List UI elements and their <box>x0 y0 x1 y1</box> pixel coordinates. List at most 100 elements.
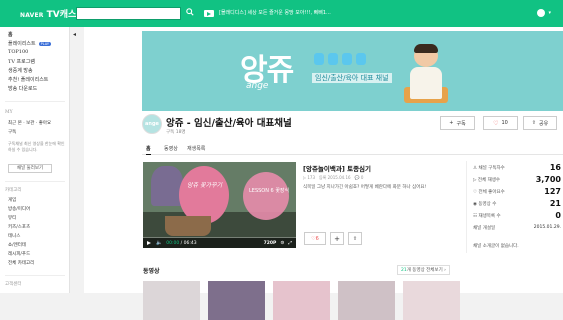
sidebar-item-category[interactable]: 쇼/엔터테 <box>8 242 26 248</box>
sidebar-item-tv-program[interactable]: TV 프로그램 <box>8 58 35 65</box>
sidebar-item-download[interactable]: 방송 다운로드 <box>8 85 37 92</box>
main-content: 앙쥬 ange 임신/출산/육아 대표 채널 ange 앙쥬 - 임신/출산/육… <box>84 27 563 320</box>
sidebar-item-category[interactable]: 레시피/푸드 <box>8 251 30 257</box>
stat-opened-date: 채널 개설일 2015.01.29. <box>473 225 561 231</box>
play-count: ▷ 173 <box>303 175 315 180</box>
like-count: 10 <box>501 120 508 126</box>
play-icon[interactable] <box>147 241 151 245</box>
fullscreen-icon[interactable]: ⤢ <box>288 240 292 246</box>
heart-icon: ♡ <box>493 119 499 127</box>
sidebar-item-category[interactable]: 게임 <box>8 197 16 203</box>
gear-icon[interactable]: ⚙ <box>280 241 284 246</box>
play-badge: PLAY <box>38 41 52 46</box>
sidebar-divider <box>5 101 65 102</box>
share-button[interactable]: ⇪ 공유 <box>523 116 557 130</box>
share-icon: ⇪ <box>531 120 536 126</box>
sidebar-my-heading: MY <box>5 110 13 115</box>
video-thumbnail[interactable] <box>338 281 395 320</box>
add-to-playlist-button[interactable]: + <box>330 232 344 245</box>
channel-tabs: 홈 동영상 재생목록 <box>142 144 563 155</box>
plus-icon: + <box>334 234 340 243</box>
channel-logo[interactable]: ange <box>142 114 162 134</box>
tab-videos[interactable]: 동영상 <box>164 145 178 152</box>
video-time: 00:00 / 06:43 <box>166 240 197 246</box>
bottle-icon <box>314 53 324 65</box>
banner-tagline: 임신/출산/육아 대표 채널 <box>312 73 392 83</box>
stat-playlist-count: ☷ 재생목록 수0 <box>473 211 561 220</box>
shirt-icon <box>342 53 352 65</box>
video-thumbnail[interactable] <box>143 281 200 320</box>
sidebar-item-recommend[interactable]: 추천! 플레이리스트 <box>8 76 48 83</box>
upload-date: 등록 2015.04.16 <box>319 175 351 180</box>
volume-icon[interactable]: 🔈 <box>156 240 162 246</box>
video-lesson-text: LESSON 6 꽃장식 <box>249 188 290 194</box>
channel-subscriber-count: 구독 18명 <box>166 130 186 135</box>
sidebar-item-label: 플레이리스트 <box>8 41 36 47</box>
sidebar-item-subscribe[interactable]: 구독 <box>8 129 16 135</box>
video-thumbnail[interactable] <box>208 281 265 320</box>
sidebar-divider <box>5 181 65 182</box>
sidebar-item-category[interactable]: 키즈/스포츠 <box>8 224 30 230</box>
search-input[interactable] <box>76 7 181 20</box>
naver-logo-text: NAVER <box>20 12 44 19</box>
sidebar-item-live[interactable]: 생중계 방송 <box>8 67 33 74</box>
channel-name: 앙쥬 - 임신/출산/육아 대표채널 <box>166 118 292 129</box>
sidebar-category-heading: 카테고리 <box>5 188 22 193</box>
sidebar-item-playlist[interactable]: 플레이리스트 PLAY <box>8 40 52 47</box>
sidebar-item-category[interactable]: 테니스 <box>8 233 20 239</box>
video-meta: ▷ 173 등록 2015.04.16 💬 0 <box>303 175 363 181</box>
sidebar-item-category[interactable]: 뷰티 <box>8 215 16 221</box>
bib-icon <box>356 53 366 65</box>
sidebar-item-category[interactable]: 전체 카테고리 <box>8 260 34 266</box>
subscribe-button[interactable]: + 구독 <box>440 116 475 130</box>
sidebar-collapse-icon[interactable]: ◂ <box>73 31 76 38</box>
search-icon[interactable] <box>183 7 196 20</box>
stat-subscribers: ♙ 채널 구독자수 16 <box>473 163 561 172</box>
banner-logo-sub: ange <box>246 81 269 91</box>
channel-like-button[interactable]: ♡ 10 <box>483 116 518 130</box>
sidebar-divider <box>5 275 65 276</box>
quality-selector[interactable]: 720P <box>264 241 277 246</box>
stat-total-plays: ▷ 전체 재생수 3,700 <box>473 175 561 184</box>
tab-home[interactable]: 홈 <box>146 145 151 155</box>
subscribe-label: 구독 <box>456 120 466 127</box>
browse-channels-button[interactable]: 채널 둘러보기 <box>8 164 52 173</box>
plus-icon: + <box>449 120 454 126</box>
video-thumbnail[interactable] <box>403 281 460 320</box>
stat-video-count: ◉ 동영상 수 21 <box>473 199 561 208</box>
tab-playlists[interactable]: 재생목록 <box>187 145 205 152</box>
view-all-videos-link[interactable]: 21개 동영상 전체보기 › <box>397 265 450 275</box>
sidebar-my-info: 구독채널 최신 영상을 한눈에 확인하실 수 있습니다. <box>8 141 65 152</box>
live-play-icon <box>204 10 214 17</box>
share-icon: ⇪ <box>352 235 358 242</box>
banner-baby-icons <box>314 53 366 65</box>
channel-stats: ♙ 채널 구독자수 16 ▷ 전체 재생수 3,700 ♡ 전체 좋아요수 127 ◉… <box>466 161 563 253</box>
sidebar-my-links[interactable]: 최근 본 · 보관 · 좋아요 <box>8 120 51 126</box>
comment-count: 💬 0 <box>354 175 364 180</box>
video-share-button[interactable]: ⇪ <box>348 232 362 245</box>
avatar <box>537 9 546 17</box>
notice-marquee[interactable]: [몰래디디스] 세상 모든 즐거운 몽땅 모아!!!, 삐삐1... <box>219 9 331 16</box>
video-controls: 🔈 00:00 / 06:43 720P ⚙ ⤢ <box>143 238 296 248</box>
video-player[interactable]: 앙쥬 꽃가꾸기 LESSON 6 꽃장식 🔈 00:00 / 06:43 720… <box>143 162 296 248</box>
video-like-count: 6 <box>315 235 319 242</box>
channel-intro: 채널 소개글이 없습니다. <box>473 244 519 249</box>
video-like-button[interactable]: ♡ 6 <box>304 232 326 245</box>
sidebar-item-home[interactable]: 홈 <box>8 31 13 38</box>
share-label: 공유 <box>539 120 549 127</box>
chevron-down-icon: ▾ <box>548 10 551 16</box>
profile-menu[interactable]: ▾ <box>537 9 551 17</box>
sidebar-item-category[interactable]: 방송/미디어 <box>8 206 30 212</box>
video-thumbnail[interactable] <box>273 281 330 320</box>
video-description: 식목일 그냥 지나가긴 아쉽죠? 어떻게 베란다에 화분 하나 심어요! <box>303 185 427 190</box>
sidebar-item-top100[interactable]: TOP100 <box>8 49 28 55</box>
naver-tvcast-logo[interactable]: NAVER TV캐스트 <box>20 7 85 20</box>
stat-total-likes: ♡ 전체 좋아요수 127 <box>473 187 561 196</box>
onesie-icon <box>328 53 338 65</box>
video-list-title: 동영상 <box>143 268 160 275</box>
video-title[interactable]: [앙쥬놀이백과] 토종심기 <box>303 163 371 173</box>
banner-baby-image <box>404 44 448 105</box>
sidebar-footer[interactable]: 고객센터 <box>5 281 22 287</box>
video-sign-text: 앙쥬 꽃가꾸기 <box>187 182 223 189</box>
channel-banner: 앙쥬 ange 임신/출산/육아 대표 채널 <box>142 31 563 111</box>
